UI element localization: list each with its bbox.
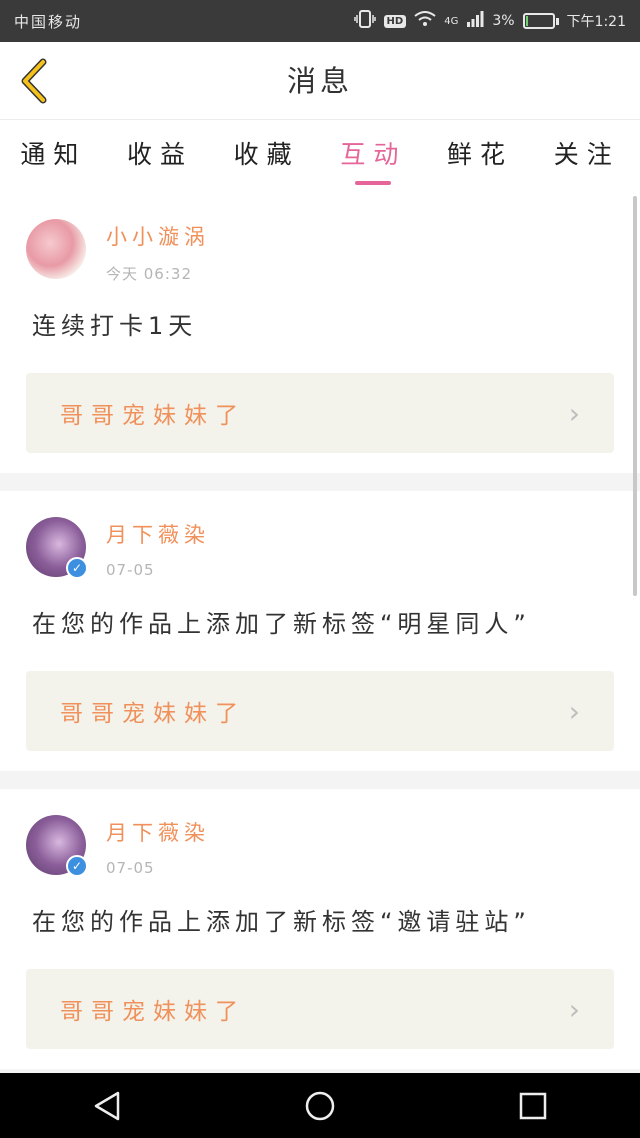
circle-home-icon	[305, 1091, 335, 1120]
avatar[interactable]: ✓	[26, 815, 88, 877]
tab-interactions[interactable]: 互动	[320, 121, 427, 193]
chevron-right-icon: ›	[568, 694, 580, 728]
chevron-right-icon: ›	[568, 396, 580, 430]
tab-favorites[interactable]: 收藏	[213, 121, 320, 193]
message-meta: 月下薇染 07-05	[106, 815, 210, 877]
work-title: 哥哥宠妹妹了	[60, 403, 246, 429]
nav-home-button[interactable]	[290, 1076, 350, 1136]
status-icons: HD 4G 3% 下午1:21	[353, 10, 626, 32]
message-text: 在您的作品上添加了新标签“明星同人”	[32, 610, 531, 638]
avatar[interactable]: ✓	[26, 517, 88, 579]
nav-back-button[interactable]	[77, 1076, 137, 1136]
network-type-label: 4G	[444, 15, 459, 27]
username[interactable]: 小小漩涡	[106, 221, 210, 251]
tab-follows[interactable]: 关注	[533, 121, 640, 193]
battery-icon	[522, 13, 559, 29]
message-meta: 月下薇染 07-05	[106, 517, 210, 579]
message-meta: 小小漩涡 今天 06:32	[106, 219, 210, 284]
message-card: ✓ 月下薇染 07-05 在您的作品上添加了新标签“明星同人” 哥哥宠妹妹了 ›	[0, 491, 640, 771]
message-card: ✓ 月下薇染 07-05 在您的作品上添加了新标签“邀请驻站” 哥哥宠妹妹了 ›	[0, 789, 640, 1069]
verified-badge-icon: ✓	[66, 855, 88, 877]
back-arrow-icon	[21, 58, 47, 104]
message-card: 小小漩涡 今天 06:32 连续打卡1天 哥哥宠妹妹了 ›	[0, 193, 640, 473]
hd-icon: HD	[383, 14, 407, 28]
message-text: 在您的作品上添加了新标签“邀请驻站”	[32, 908, 531, 936]
message-tabs: 通知 收益 收藏 互动 鲜花 关注	[0, 121, 640, 193]
avatar[interactable]	[26, 219, 86, 279]
clock: 下午1:21	[566, 14, 626, 30]
system-nav-bar	[0, 1073, 640, 1138]
back-button[interactable]	[14, 56, 54, 106]
work-title: 哥哥宠妹妹了	[60, 701, 246, 727]
work-title: 哥哥宠妹妹了	[60, 999, 246, 1025]
page-title: 消息	[286, 64, 353, 98]
message-time: 今天 06:32	[106, 265, 192, 283]
chevron-right-icon: ›	[568, 992, 580, 1026]
message-time: 07-05	[106, 859, 155, 877]
scrollbar[interactable]	[633, 196, 637, 596]
signal-icon	[466, 11, 484, 31]
carrier-label: 中国移动	[14, 12, 83, 31]
battery-percent: 3%	[492, 13, 515, 29]
message-time: 07-05	[106, 561, 155, 579]
work-link[interactable]: 哥哥宠妹妹了 ›	[26, 373, 614, 453]
tab-notifications[interactable]: 通知	[0, 121, 107, 193]
username[interactable]: 月下薇染	[106, 817, 210, 847]
top-app-bar: 消息	[0, 42, 640, 120]
message-list[interactable]: 小小漩涡 今天 06:32 连续打卡1天 哥哥宠妹妹了 › ✓ 月下薇染 07-…	[0, 193, 640, 1073]
message-header: ✓ 月下薇染 07-05	[26, 517, 614, 581]
nav-recents-button[interactable]	[503, 1076, 563, 1136]
work-link[interactable]: 哥哥宠妹妹了 ›	[26, 969, 614, 1049]
verified-badge-icon: ✓	[66, 557, 88, 579]
wifi-icon	[414, 11, 436, 31]
square-recents-icon	[520, 1092, 547, 1119]
message-header: ✓ 月下薇染 07-05	[26, 815, 614, 879]
work-link[interactable]: 哥哥宠妹妹了 ›	[26, 671, 614, 751]
message-text: 连续打卡1天	[32, 312, 198, 340]
vibrate-icon	[353, 10, 376, 32]
tab-flowers[interactable]: 鲜花	[427, 121, 534, 193]
tab-earnings[interactable]: 收益	[107, 121, 214, 193]
message-header: 小小漩涡 今天 06:32	[26, 219, 614, 283]
username[interactable]: 月下薇染	[106, 519, 210, 549]
triangle-back-icon	[94, 1091, 119, 1120]
status-bar: 中国移动 HD 4G 3% 下午1:21	[0, 0, 640, 42]
